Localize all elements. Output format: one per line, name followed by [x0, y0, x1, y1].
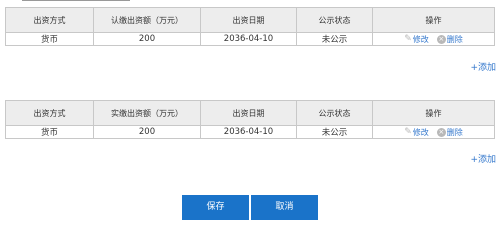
cell-method: 货币 [5, 125, 94, 139]
cell-method: 货币 [5, 32, 94, 46]
table-row: 货币 200 2036-04-10 未公示 ✎ 修改 × 删除 [5, 32, 495, 46]
delete-link[interactable]: × 删除 [436, 34, 463, 45]
edit-label: 修改 [412, 127, 429, 137]
delete-circle-icon: × [436, 34, 446, 44]
pencil-icon: ✎ [404, 127, 412, 137]
paid-capital-table: 出资方式 实缴出资额（万元） 出资日期 公示状态 操作 货币 200 2036-… [5, 100, 495, 139]
column-header-amount: 实缴出资额（万元） [93, 100, 201, 126]
delete-label: 删除 [446, 127, 463, 137]
column-header-status: 公示状态 [296, 100, 373, 126]
subscribed-capital-table: 出资方式 认缴出资额（万元） 出资日期 公示状态 操作 货币 200 2036-… [5, 7, 495, 46]
column-header-actions: 操作 [372, 7, 495, 33]
cell-date: 2036-04-10 [200, 32, 297, 46]
cell-date: 2036-04-10 [200, 125, 297, 139]
cancel-button[interactable]: 取消 [251, 195, 318, 220]
edit-label: 修改 [412, 34, 429, 44]
delete-link[interactable]: × 删除 [436, 127, 463, 138]
pencil-icon: ✎ [404, 34, 412, 44]
column-header-actions: 操作 [372, 100, 495, 126]
delete-circle-icon: × [436, 127, 446, 137]
column-header-date: 出资日期 [200, 7, 297, 33]
table-header-row: 出资方式 实缴出资额（万元） 出资日期 公示状态 操作 [5, 100, 495, 126]
cell-amount: 200 [93, 125, 201, 139]
column-header-date: 出资日期 [200, 100, 297, 126]
table-row: 货币 200 2036-04-10 未公示 ✎ 修改 × 删除 [5, 125, 495, 139]
cell-actions: ✎ 修改 × 删除 [372, 32, 495, 46]
cell-actions: ✎ 修改 × 删除 [372, 125, 495, 139]
edit-link[interactable]: ✎ 修改 [404, 34, 429, 45]
cell-status: 未公示 [296, 32, 373, 46]
column-header-method: 出资方式 [5, 7, 94, 33]
edit-link[interactable]: ✎ 修改 [404, 127, 429, 138]
table-header-row: 出资方式 认缴出资额（万元） 出资日期 公示状态 操作 [5, 7, 495, 33]
add-subscribed-link[interactable]: +添加 [470, 60, 496, 73]
top-divider [22, 0, 130, 1]
column-header-status: 公示状态 [296, 7, 373, 33]
save-button[interactable]: 保存 [182, 195, 249, 220]
column-header-method: 出资方式 [5, 100, 94, 126]
cell-amount: 200 [93, 32, 201, 46]
delete-label: 删除 [446, 34, 463, 44]
add-paid-link[interactable]: +添加 [470, 152, 496, 165]
cell-status: 未公示 [296, 125, 373, 139]
column-header-amount: 认缴出资额（万元） [93, 7, 201, 33]
